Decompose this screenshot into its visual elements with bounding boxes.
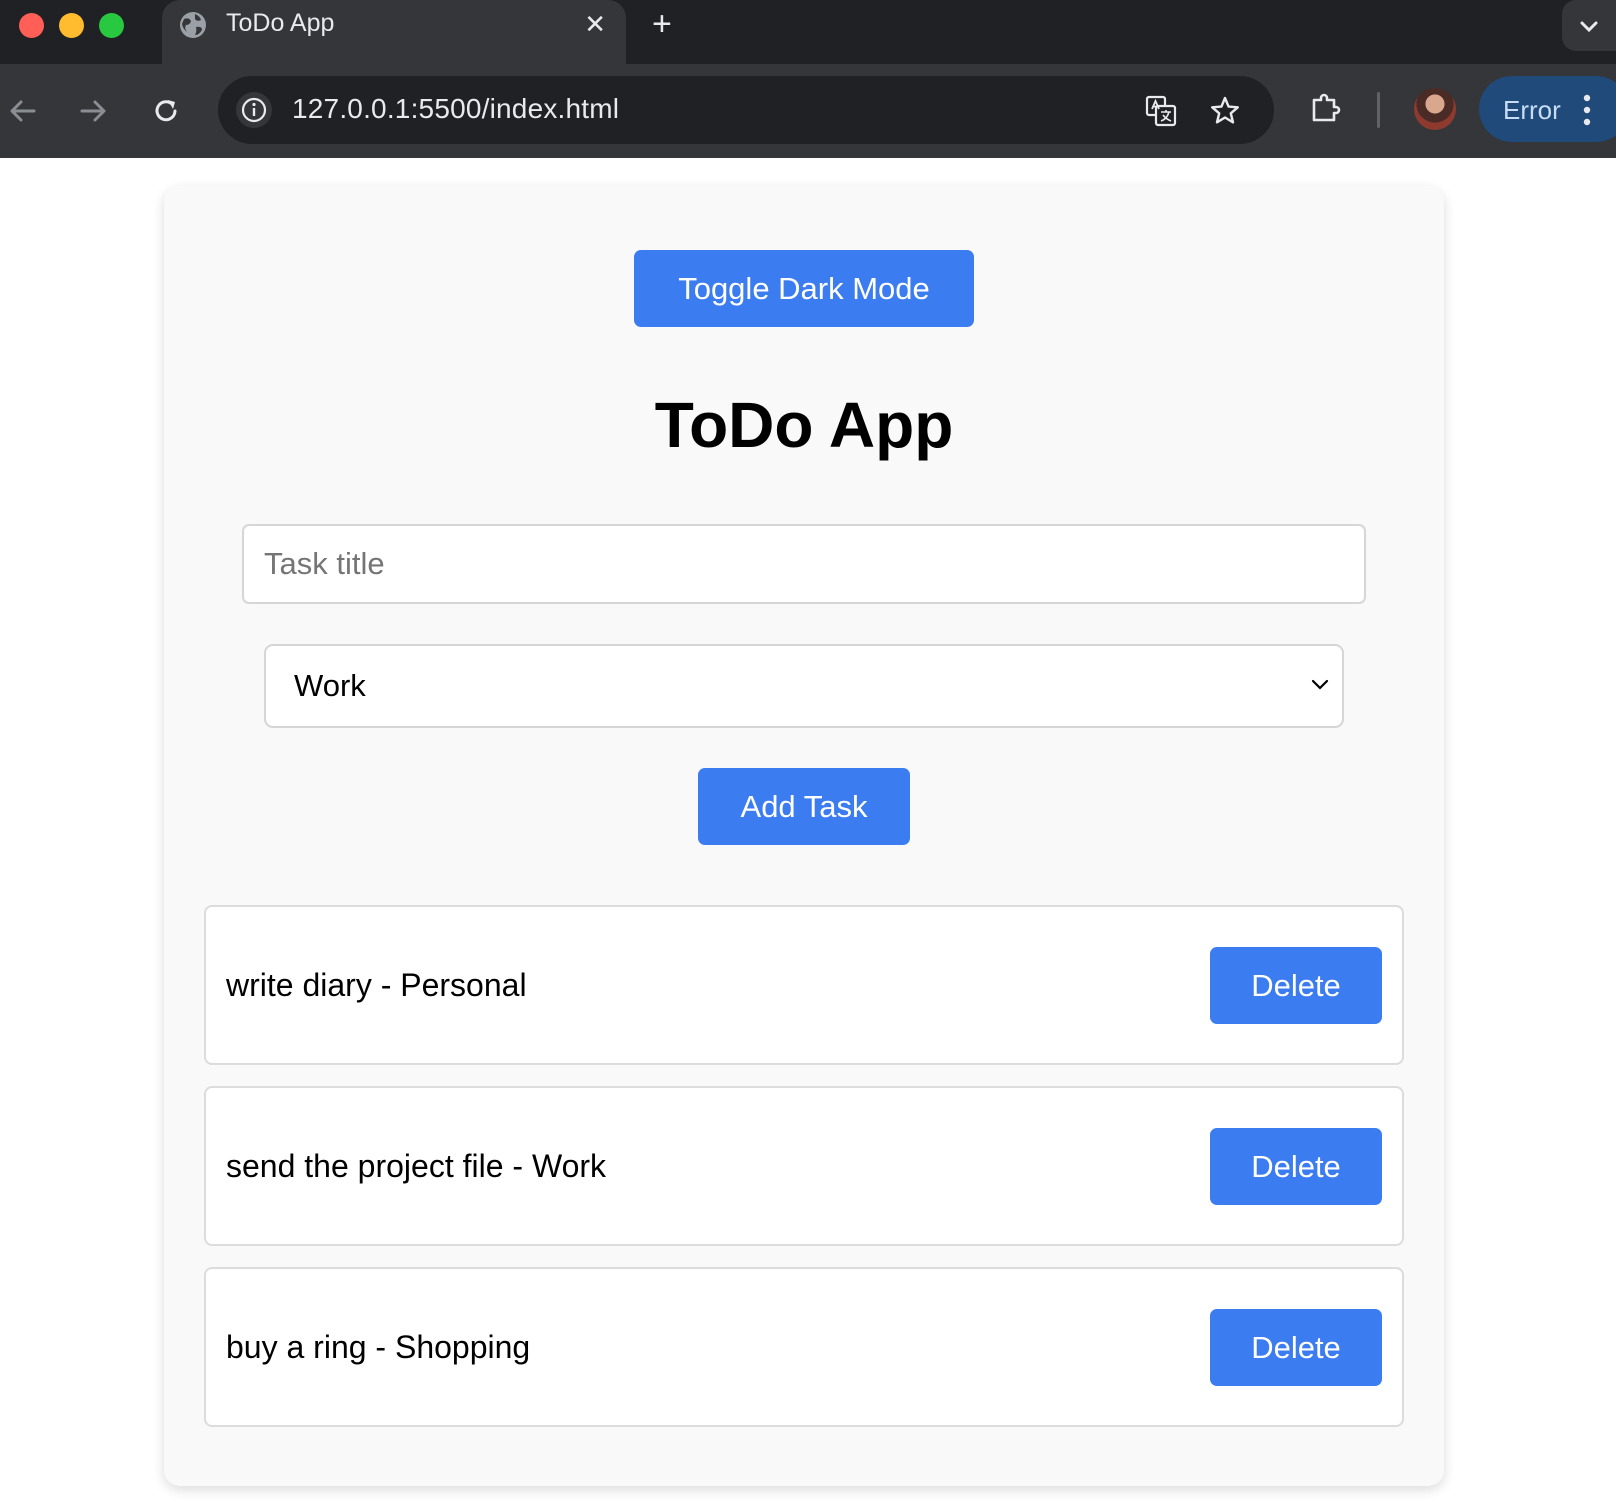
todo-card: Toggle Dark Mode ToDo App Work Add Task … xyxy=(164,186,1444,1486)
task-item: write diary - Personal Delete xyxy=(204,905,1404,1065)
close-tab-icon[interactable]: ✕ xyxy=(584,9,606,39)
toggle-dark-mode-button[interactable]: Toggle Dark Mode xyxy=(634,250,974,327)
task-title-input[interactable] xyxy=(242,524,1366,604)
browser-tab-strip: ToDo App ✕ + xyxy=(0,0,1616,64)
new-tab-icon[interactable]: + xyxy=(652,6,672,42)
category-select-value: Work xyxy=(294,668,366,703)
chevron-down-icon xyxy=(1311,679,1329,690)
more-vertical-icon xyxy=(1583,94,1591,126)
category-select[interactable]: Work xyxy=(264,644,1344,728)
translate-icon[interactable] xyxy=(1144,94,1178,128)
back-arrow-icon[interactable] xyxy=(6,94,40,128)
forward-arrow-icon[interactable] xyxy=(76,94,110,128)
browser-toolbar: 127.0.0.1:5500/index.html Error xyxy=(0,64,1616,158)
task-item: send the project file - Work Delete xyxy=(204,1086,1404,1246)
toolbar-divider xyxy=(1377,92,1380,128)
delete-task-button[interactable]: Delete xyxy=(1210,947,1382,1024)
task-list: write diary - Personal Delete send the p… xyxy=(204,905,1404,1448)
tab-title: ToDo App xyxy=(226,9,335,37)
profile-error-label: Error xyxy=(1503,95,1561,125)
delete-task-button[interactable]: Delete xyxy=(1210,1128,1382,1205)
profile-error-button[interactable]: Error xyxy=(1479,76,1616,142)
task-item: buy a ring - Shopping Delete xyxy=(204,1267,1404,1427)
page-title: ToDo App xyxy=(654,389,954,461)
reload-icon[interactable] xyxy=(149,94,183,128)
task-text: buy a ring - Shopping xyxy=(226,1329,531,1365)
profile-avatar[interactable] xyxy=(1414,88,1456,130)
add-task-button[interactable]: Add Task xyxy=(698,768,910,845)
tab-search-button[interactable] xyxy=(1562,0,1616,51)
minimize-window-button[interactable] xyxy=(59,13,84,38)
browser-tab-active[interactable]: ToDo App ✕ xyxy=(162,0,626,64)
maximize-window-button[interactable] xyxy=(99,13,124,38)
extensions-puzzle-icon[interactable] xyxy=(1308,90,1344,126)
bookmark-star-icon[interactable] xyxy=(1208,94,1242,128)
globe-icon xyxy=(180,12,206,38)
address-bar[interactable]: 127.0.0.1:5500/index.html xyxy=(218,76,1274,144)
site-info-icon[interactable] xyxy=(236,92,272,128)
task-text: send the project file - Work xyxy=(226,1148,607,1184)
chevron-down-icon xyxy=(1580,21,1598,33)
close-window-button[interactable] xyxy=(19,13,44,38)
delete-task-button[interactable]: Delete xyxy=(1210,1309,1382,1386)
url-text: 127.0.0.1:5500/index.html xyxy=(292,93,620,124)
task-text: write diary - Personal xyxy=(226,967,527,1003)
